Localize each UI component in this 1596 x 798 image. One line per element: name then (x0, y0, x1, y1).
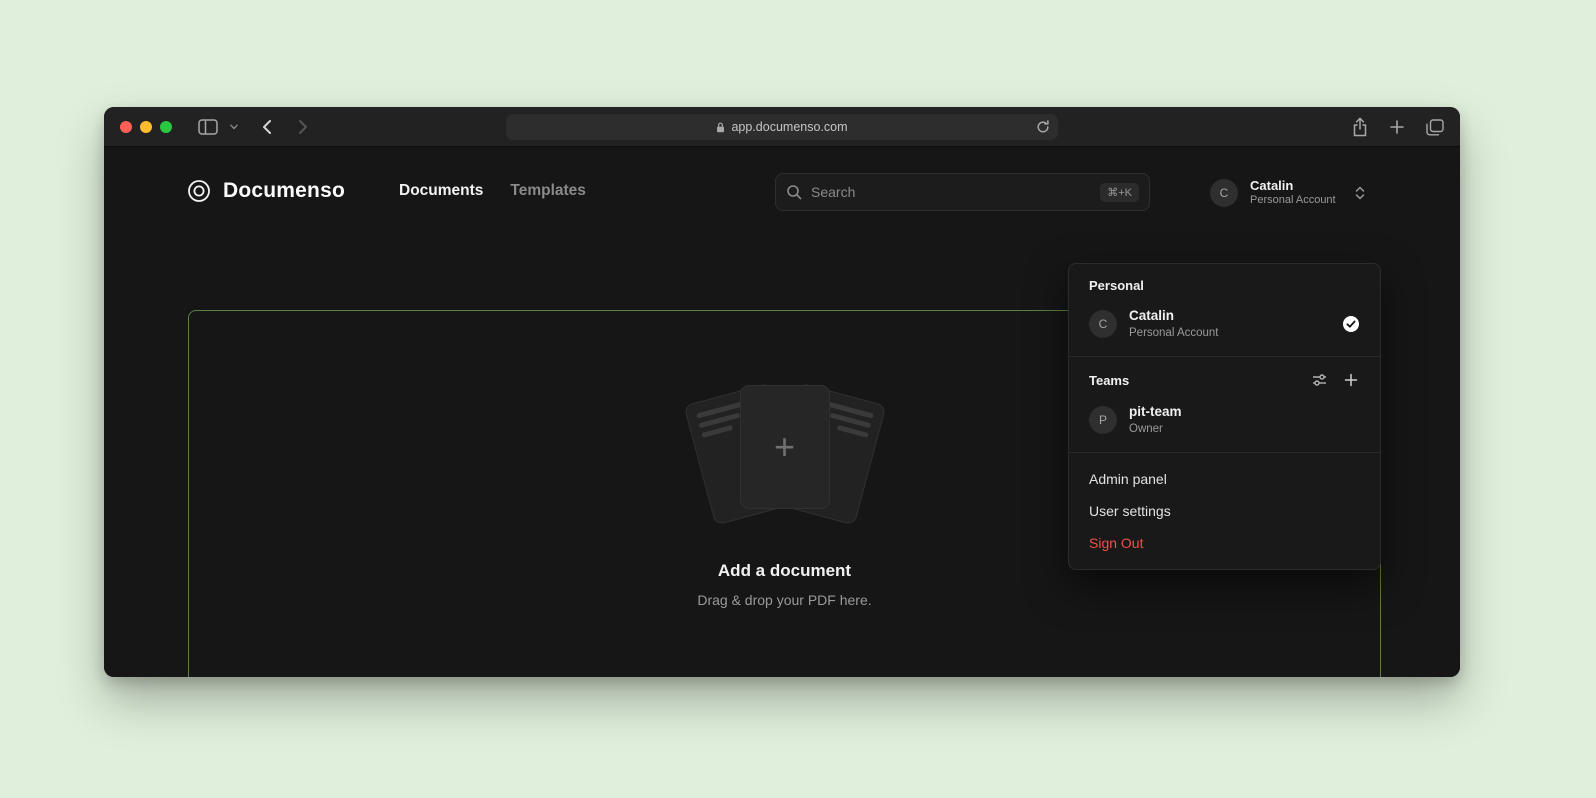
documenso-app-page: Documenso Documents Templates Search ⌘+K… (104, 147, 1460, 677)
menu-personal-heading: Personal (1081, 274, 1368, 302)
menu-teams-section: Teams P pit-team Owner (1069, 357, 1380, 452)
account-name: Catalin (1250, 178, 1336, 193)
sidebar-chevron-down-icon[interactable] (228, 107, 240, 147)
tab-overview-icon[interactable] (1424, 117, 1446, 138)
traffic-lights (120, 121, 172, 133)
personal-account-name: Catalin (1129, 308, 1219, 324)
zoom-button[interactable] (160, 121, 172, 133)
browser-window: app.documenso.com Documenso (104, 107, 1460, 677)
menu-item-user-settings[interactable]: User settings (1081, 495, 1368, 527)
menu-personal-account-item[interactable]: C Catalin Personal Account (1081, 302, 1368, 346)
cards-illustration: + (678, 383, 892, 523)
menu-team-item[interactable]: P pit-team Owner (1081, 398, 1368, 442)
menu-teams-heading: Teams (1089, 373, 1310, 388)
minimize-button[interactable] (140, 121, 152, 133)
search-icon (786, 184, 802, 200)
new-tab-plus-icon[interactable] (1388, 118, 1406, 136)
menu-personal-section: Personal C Catalin Personal Account (1069, 264, 1380, 356)
sidebar-toggle-icon[interactable] (196, 107, 220, 147)
personal-account-labels: Catalin Personal Account (1129, 308, 1219, 340)
close-button[interactable] (120, 121, 132, 133)
main-nav: Documents Templates (399, 182, 586, 200)
lock-icon (716, 122, 725, 133)
dropzone-title: Add a document (718, 561, 851, 581)
team-avatar: P (1089, 406, 1117, 434)
team-labels: pit-team Owner (1129, 404, 1182, 436)
share-icon[interactable] (1350, 115, 1370, 139)
account-dropdown-menu: Personal C Catalin Personal Account Te (1068, 263, 1381, 570)
browser-titlebar: app.documenso.com (104, 107, 1460, 147)
personal-account-avatar: C (1089, 310, 1117, 338)
address-bar[interactable]: app.documenso.com (506, 114, 1058, 140)
brand-name: Documenso (223, 179, 345, 203)
search-input[interactable]: Search ⌘+K (775, 173, 1150, 211)
team-preferences-sliders-icon[interactable] (1310, 371, 1329, 389)
address-url: app.documenso.com (731, 120, 847, 134)
forward-button-icon[interactable] (296, 107, 310, 147)
menu-item-admin-panel[interactable]: Admin panel (1081, 463, 1368, 495)
account-type: Personal Account (1250, 194, 1336, 207)
dropzone-subtitle: Drag & drop your PDF here. (697, 592, 871, 608)
documenso-logo-icon (186, 178, 212, 204)
menu-item-sign-out[interactable]: Sign Out (1081, 527, 1368, 559)
titlebar-right-actions (1350, 107, 1446, 147)
personal-account-type: Personal Account (1129, 326, 1219, 340)
team-name: pit-team (1129, 404, 1182, 420)
team-role: Owner (1129, 422, 1182, 436)
create-team-plus-icon[interactable] (1342, 371, 1360, 389)
brand-logo[interactable]: Documenso (186, 178, 345, 204)
back-button-icon[interactable] (260, 107, 274, 147)
account-menu-button[interactable]: C Catalin Personal Account (1210, 178, 1366, 207)
check-circle-icon (1342, 315, 1360, 333)
account-avatar: C (1210, 179, 1238, 207)
chevrons-up-down-icon (1354, 185, 1366, 201)
search-placeholder: Search (811, 184, 1091, 200)
illustration-card-center: + (740, 385, 830, 509)
search-shortcut-badge: ⌘+K (1100, 183, 1139, 202)
reload-icon[interactable] (1036, 120, 1050, 134)
nav-item-documents[interactable]: Documents (399, 182, 483, 200)
account-labels: Catalin Personal Account (1250, 178, 1336, 207)
nav-item-templates[interactable]: Templates (510, 182, 586, 200)
plus-icon: + (774, 429, 795, 465)
menu-actions-section: Admin panel User settings Sign Out (1069, 453, 1380, 569)
